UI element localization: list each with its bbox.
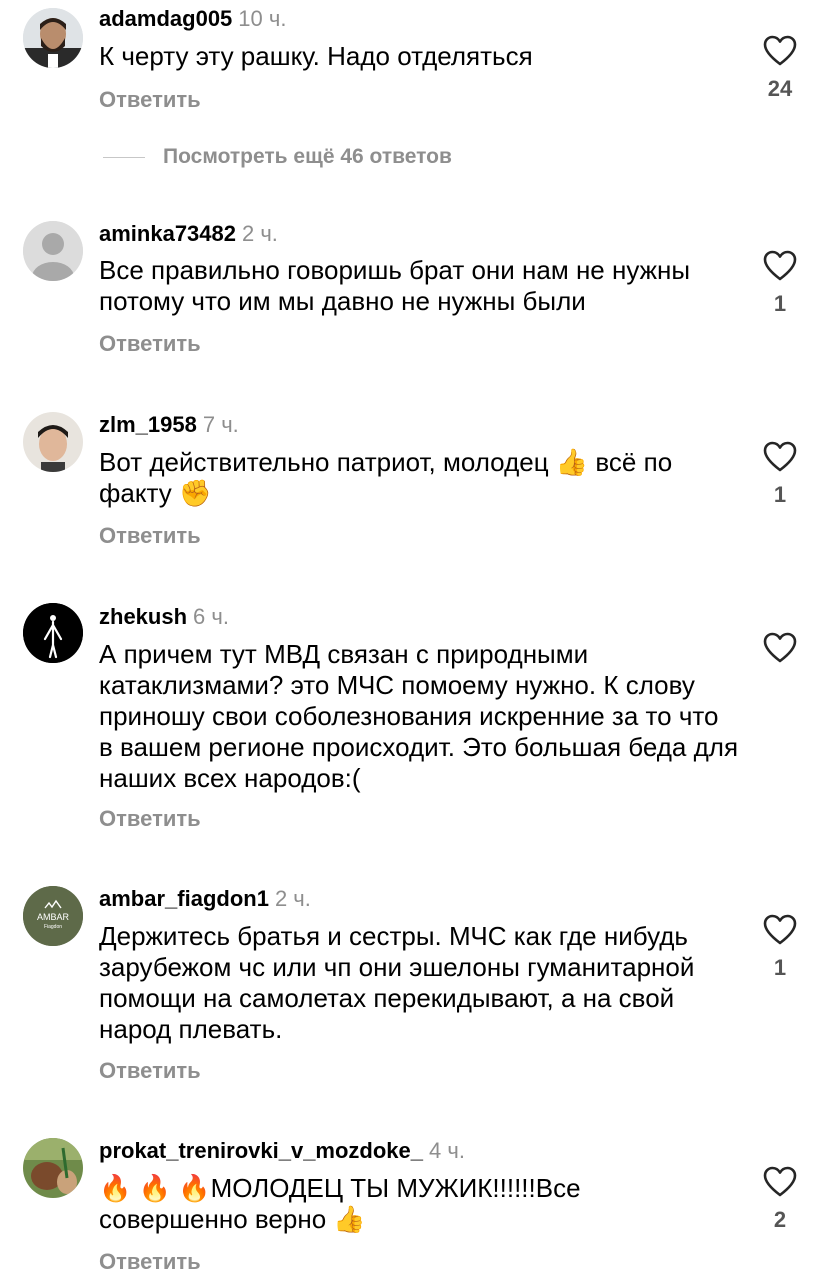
avatar-photo [23,412,83,472]
comment-meta: aminka73482 2 ч. [99,221,278,247]
avatar[interactable]: AMBAR Fiagdon [23,886,83,946]
username[interactable]: zlm_1958 [99,412,197,437]
heart-outline-icon[interactable] [763,1166,797,1197]
username[interactable]: zhekush [99,604,187,629]
like-count: 24 [767,76,793,101]
comment-meta: ambar_fiagdon1 2 ч. [99,886,311,912]
comment-text: Все правильно говоришь брат они нам не н… [99,255,691,316]
comment-text: А причем тут МВД связан с природными кат… [99,639,739,793]
figure-logo-avatar [23,603,83,663]
heart-outline-icon[interactable] [763,441,797,472]
timestamp: 6 ч. [193,604,229,629]
comment-text: К черту эту рашку. Надо отделяться [99,41,533,71]
comment-text: 🔥 🔥 🔥МОЛОДЕЦ ТЫ МУЖИК!!!!!!Все совершенн… [99,1173,581,1234]
timestamp: 2 ч. [274,886,311,911]
like-count: 1 [773,291,787,316]
username[interactable]: aminka73482 [99,221,236,246]
reply-button[interactable]: Ответить [99,87,201,113]
like-count: 1 [773,482,787,507]
avatar[interactable] [23,221,83,281]
default-avatar-icon [23,221,83,281]
heart-outline-icon[interactable] [763,35,797,66]
reply-button[interactable]: Ответить [99,806,201,832]
view-more-label: Посмотреть ещё 46 ответов [163,145,452,168]
avatar-brand-subtext: Fiagdon [44,924,62,930]
reply-button[interactable]: Ответить [99,1249,201,1275]
like-control: 2 [758,1166,802,1233]
comment-text: Держитесь братья и сестры. МЧС как где н… [99,921,695,1044]
timestamp: 10 ч. [238,6,287,31]
like-count: 1 [773,955,787,980]
comment-meta: zlm_1958 7 ч. [99,412,239,438]
comment-meta: prokat_trenirovki_v_mozdoke_ 4 ч. [99,1138,465,1164]
reply-button[interactable]: Ответить [99,523,201,549]
heart-outline-icon[interactable] [763,632,797,663]
heart-outline-icon[interactable] [763,250,797,281]
ambar-logo-avatar: AMBAR Fiagdon [23,886,83,946]
like-count: 2 [773,1207,787,1232]
avatar-photo [23,1138,83,1198]
comment-meta: adamdag005 10 ч. [99,6,286,32]
like-control: 24 [758,35,802,102]
reply-button[interactable]: Ответить [99,1058,201,1084]
avatar[interactable] [23,8,83,68]
view-more-replies-button[interactable]: Посмотреть ещё 46 ответов [103,145,452,173]
avatar-photo [23,8,83,68]
heart-outline-icon[interactable] [763,914,797,945]
like-control: 1 [758,914,802,981]
divider-line [103,156,145,158]
comment-meta: zhekush 6 ч. [99,604,229,630]
username[interactable]: prokat_trenirovki_v_mozdoke_ [99,1138,423,1163]
like-control: 1 [758,250,802,317]
username[interactable]: adamdag005 [99,6,232,31]
like-control [758,632,802,673]
timestamp: 4 ч. [429,1138,465,1163]
avatar[interactable] [23,412,83,472]
avatar[interactable] [23,1138,83,1198]
avatar[interactable] [23,603,83,663]
like-control: 1 [758,441,802,508]
username[interactable]: ambar_fiagdon1 [99,886,269,911]
timestamp: 7 ч. [202,412,239,437]
comment-text: Вот действительно патриот, молодец 👍 всё… [99,447,673,508]
reply-button[interactable]: Ответить [99,331,201,357]
avatar-brand-text: AMBAR [37,912,70,922]
timestamp: 2 ч. [242,221,278,246]
